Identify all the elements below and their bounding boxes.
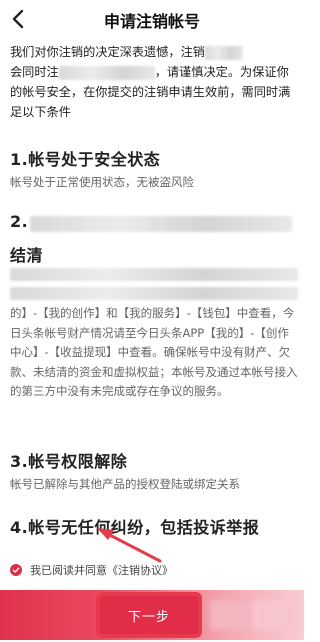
nav-bar: 申请注销帐号 <box>0 0 304 36</box>
redacted-text <box>10 287 298 300</box>
next-button[interactable]: 下一步 <box>96 592 202 638</box>
page-title: 申请注销帐号 <box>103 12 200 31</box>
section-3-desc: 帐号已解除与其他产品的授权登陆或绑定关系 <box>10 477 240 491</box>
section-3-title: 3.帐号权限解除 <box>10 452 128 471</box>
agree-checkbox[interactable] <box>10 564 22 576</box>
blurred-area <box>252 600 300 630</box>
section-2-title-prefix: 2. <box>10 212 29 231</box>
agreement-label: 我已阅读并同意 <box>30 564 107 577</box>
check-icon <box>12 567 20 573</box>
section-4-title: 4.帐号无任何纠纷，包括投诉举报 <box>10 518 260 537</box>
blurred-area <box>210 600 250 630</box>
intro-text: 我们对你注销的决定深表遗憾，注销 会同时注 ，请谨慎决定。为保证你的帐号安全，在你… <box>10 42 298 122</box>
agreement-row: 我已阅读并同意 《注销协议》 <box>10 562 173 578</box>
redacted-text <box>58 65 155 80</box>
redacted-text <box>10 268 298 281</box>
section-2-title-suffix: 结清 <box>10 246 44 265</box>
section-1-title: 1.帐号处于安全状态 <box>10 150 161 169</box>
section-1-desc: 帐号处于正常使用状态，无被盗风险 <box>10 175 194 189</box>
section-2-body: 的】-【我的创作】和【我的服务】-【钱包】中查看，今日头条帐号财产情况请至今日头… <box>10 306 298 398</box>
intro-part-1: 我们对你注销的决定深表遗憾，注销 <box>10 45 205 59</box>
redacted-text <box>30 216 292 232</box>
agreement-link[interactable]: 《注销协议》 <box>107 562 173 578</box>
intro-part-2: 会同时注 <box>10 65 59 79</box>
redacted-text <box>205 45 243 60</box>
